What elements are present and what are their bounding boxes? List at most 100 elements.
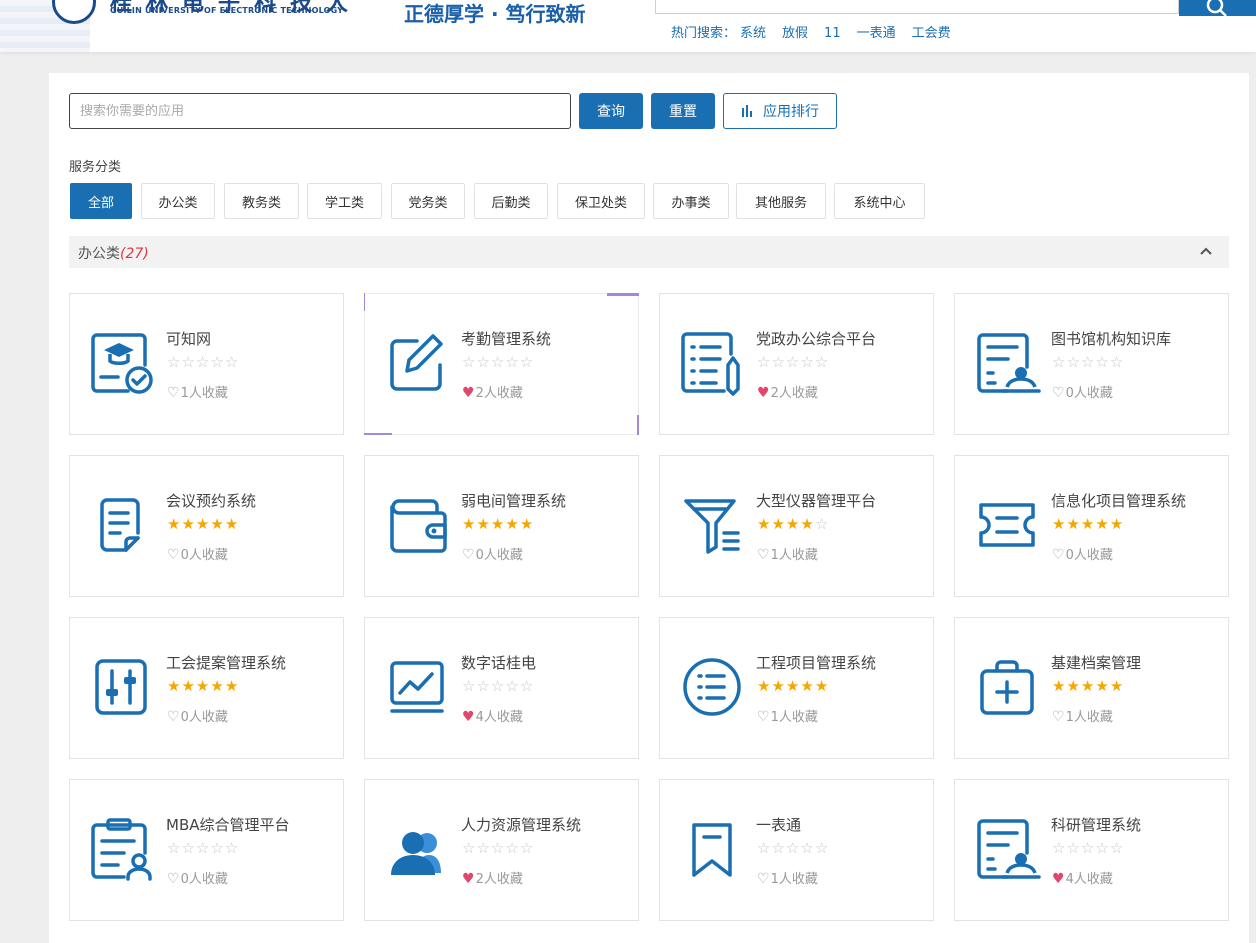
star-filled-icon[interactable]: ★ <box>786 515 800 533</box>
star-empty-icon[interactable]: ☆ <box>225 353 239 371</box>
star-empty-icon[interactable]: ☆ <box>491 677 505 695</box>
star-filled-icon[interactable]: ★ <box>800 677 814 695</box>
heart-icon[interactable]: ♡ <box>757 547 770 563</box>
heart-icon[interactable]: ♡ <box>757 709 770 725</box>
star-empty-icon[interactable]: ☆ <box>505 353 519 371</box>
star-empty-icon[interactable]: ☆ <box>167 839 181 857</box>
star-empty-icon[interactable]: ☆ <box>520 677 534 695</box>
star-empty-icon[interactable]: ☆ <box>476 353 490 371</box>
star-filled-icon[interactable]: ★ <box>1095 515 1109 533</box>
favorite-count[interactable]: ♡0人收藏 <box>167 868 228 887</box>
favorite-count[interactable]: ♡1人收藏 <box>757 706 818 725</box>
category-tab-security[interactable]: 保卫处类 <box>557 183 645 219</box>
star-filled-icon[interactable]: ★ <box>1095 677 1109 695</box>
app-ranking-button[interactable]: 应用排行 <box>723 93 837 129</box>
star-filled-icon[interactable]: ★ <box>1081 515 1095 533</box>
star-empty-icon[interactable]: ☆ <box>1110 839 1124 857</box>
app-search-input[interactable] <box>69 93 571 129</box>
star-empty-icon[interactable]: ☆ <box>462 839 476 857</box>
app-card[interactable]: 科研管理系统 ☆☆☆☆☆ ♥4人收藏 <box>954 779 1229 921</box>
app-card[interactable]: 弱电间管理系统 ★★★★★ ♡0人收藏 <box>364 455 639 597</box>
chevron-up-icon[interactable] <box>1199 244 1213 258</box>
star-empty-icon[interactable]: ☆ <box>505 677 519 695</box>
star-empty-icon[interactable]: ☆ <box>181 839 195 857</box>
star-filled-icon[interactable]: ★ <box>491 515 505 533</box>
app-card[interactable]: 考勤管理系统 ☆☆☆☆☆ ♥2人收藏 <box>364 293 639 435</box>
query-button[interactable]: 查询 <box>579 93 643 129</box>
heart-icon[interactable]: ♡ <box>167 871 180 887</box>
favorite-count[interactable]: ♥2人收藏 <box>462 382 523 401</box>
star-empty-icon[interactable]: ☆ <box>1052 353 1066 371</box>
category-tab-all[interactable]: 全部 <box>70 183 132 219</box>
heart-icon[interactable]: ♥ <box>757 385 770 401</box>
favorite-count[interactable]: ♡1人收藏 <box>757 544 818 563</box>
star-empty-icon[interactable]: ☆ <box>1081 353 1095 371</box>
heart-icon[interactable]: ♥ <box>1052 871 1065 887</box>
app-card[interactable]: 一表通 ☆☆☆☆☆ ♡1人收藏 <box>659 779 934 921</box>
hot-search-term[interactable]: 工会费 <box>912 22 951 41</box>
hot-search-term[interactable]: 系统 <box>740 22 766 41</box>
heart-icon[interactable]: ♥ <box>462 871 475 887</box>
app-card[interactable]: 党政办公综合平台 ☆☆☆☆☆ ♥2人收藏 <box>659 293 934 435</box>
star-filled-icon[interactable]: ★ <box>462 515 476 533</box>
favorite-count[interactable]: ♡0人收藏 <box>167 706 228 725</box>
star-filled-icon[interactable]: ★ <box>1110 515 1124 533</box>
star-empty-icon[interactable]: ☆ <box>167 353 181 371</box>
star-empty-icon[interactable]: ☆ <box>1110 353 1124 371</box>
favorite-count[interactable]: ♡0人收藏 <box>1052 382 1113 401</box>
app-card[interactable]: 数字话桂电 ☆☆☆☆☆ ♥4人收藏 <box>364 617 639 759</box>
star-filled-icon[interactable]: ★ <box>800 515 814 533</box>
hot-search-term[interactable]: 11 <box>824 26 841 41</box>
star-empty-icon[interactable]: ☆ <box>225 839 239 857</box>
app-card[interactable]: 大型仪器管理平台 ★★★★☆ ♡1人收藏 <box>659 455 934 597</box>
star-empty-icon[interactable]: ☆ <box>491 839 505 857</box>
app-card[interactable]: 信息化项目管理系统 ★★★★★ ♡0人收藏 <box>954 455 1229 597</box>
star-empty-icon[interactable]: ☆ <box>771 839 785 857</box>
favorite-count[interactable]: ♡0人收藏 <box>167 544 228 563</box>
star-empty-icon[interactable]: ☆ <box>196 353 210 371</box>
app-card[interactable]: 会议预约系统 ★★★★★ ♡0人收藏 <box>69 455 344 597</box>
star-empty-icon[interactable]: ☆ <box>520 839 534 857</box>
heart-icon[interactable]: ♡ <box>167 385 180 401</box>
star-empty-icon[interactable]: ☆ <box>800 353 814 371</box>
app-card[interactable]: 基建档案管理 ★★★★★ ♡1人收藏 <box>954 617 1229 759</box>
star-filled-icon[interactable]: ★ <box>181 515 195 533</box>
heart-icon[interactable]: ♡ <box>167 709 180 725</box>
favorite-count[interactable]: ♡1人收藏 <box>757 868 818 887</box>
star-empty-icon[interactable]: ☆ <box>757 353 771 371</box>
star-empty-icon[interactable]: ☆ <box>815 515 829 533</box>
star-filled-icon[interactable]: ★ <box>771 515 785 533</box>
star-filled-icon[interactable]: ★ <box>225 677 239 695</box>
star-empty-icon[interactable]: ☆ <box>476 839 490 857</box>
star-empty-icon[interactable]: ☆ <box>1066 839 1080 857</box>
star-empty-icon[interactable]: ☆ <box>757 839 771 857</box>
favorite-count[interactable]: ♥4人收藏 <box>462 706 523 725</box>
category-tab-other[interactable]: 其他服务 <box>736 183 826 219</box>
heart-icon[interactable]: ♡ <box>1052 709 1065 725</box>
star-filled-icon[interactable]: ★ <box>476 515 490 533</box>
star-empty-icon[interactable]: ☆ <box>520 353 534 371</box>
app-card[interactable]: 可知网 ☆☆☆☆☆ ♡1人收藏 <box>69 293 344 435</box>
star-empty-icon[interactable]: ☆ <box>462 353 476 371</box>
star-empty-icon[interactable]: ☆ <box>491 353 505 371</box>
heart-icon[interactable]: ♡ <box>757 871 770 887</box>
star-filled-icon[interactable]: ★ <box>771 677 785 695</box>
star-empty-icon[interactable]: ☆ <box>462 677 476 695</box>
star-empty-icon[interactable]: ☆ <box>786 353 800 371</box>
star-filled-icon[interactable]: ★ <box>1052 677 1066 695</box>
star-filled-icon[interactable]: ★ <box>181 677 195 695</box>
star-empty-icon[interactable]: ☆ <box>210 353 224 371</box>
star-empty-icon[interactable]: ☆ <box>181 353 195 371</box>
heart-icon[interactable]: ♡ <box>462 547 475 563</box>
star-empty-icon[interactable]: ☆ <box>505 839 519 857</box>
app-card[interactable]: 工会提案管理系统 ★★★★★ ♡0人收藏 <box>69 617 344 759</box>
star-filled-icon[interactable]: ★ <box>167 677 181 695</box>
star-empty-icon[interactable]: ☆ <box>476 677 490 695</box>
category-tab-party-affairs[interactable]: 党务类 <box>391 183 465 219</box>
site-search-input[interactable] <box>655 0 1179 14</box>
star-filled-icon[interactable]: ★ <box>1066 677 1080 695</box>
university-logo[interactable]: 桂林电子科技大学 GUILIN UNIVERSITY OF ELECTRONIC… <box>0 0 360 52</box>
hot-search-term[interactable]: 放假 <box>782 22 808 41</box>
category-tab-system-center[interactable]: 系统中心 <box>834 183 925 219</box>
favorite-count[interactable]: ♡1人收藏 <box>1052 706 1113 725</box>
